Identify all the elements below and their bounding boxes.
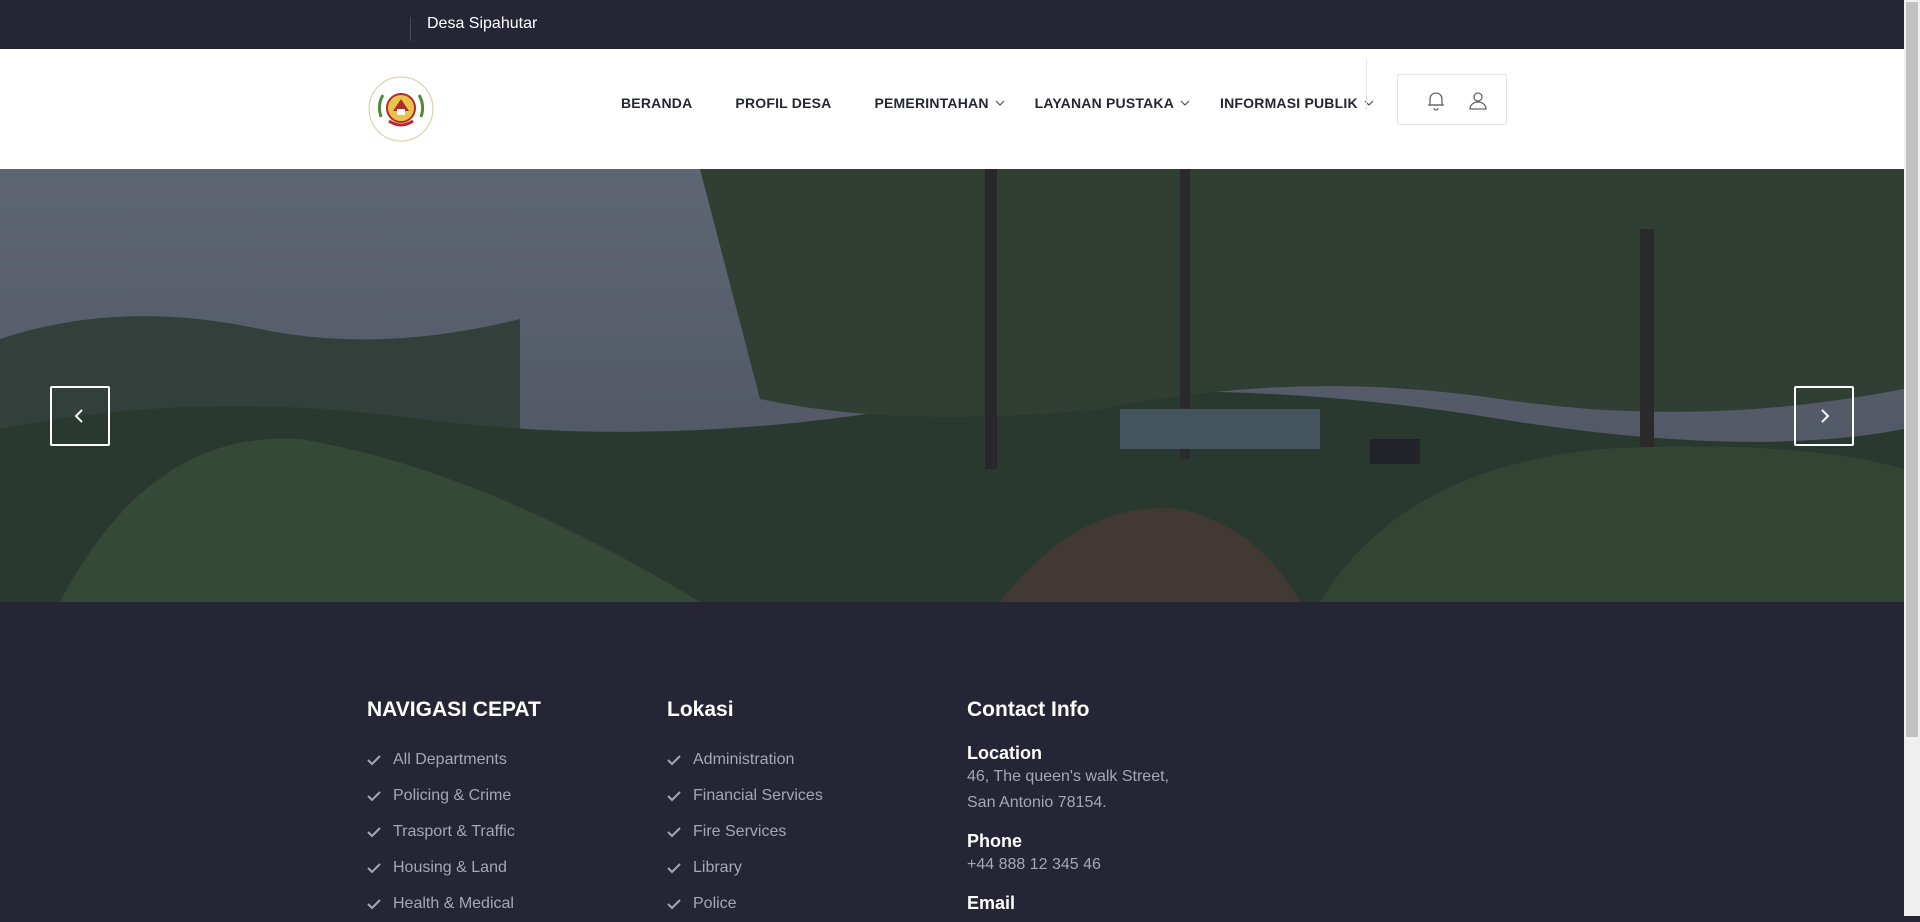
logo-emblem-icon [368, 76, 434, 142]
location-link-label: Police [693, 895, 737, 912]
location-column: Lokasi Administration Financial Services… [667, 698, 823, 922]
location-link-label: Financial Services [693, 787, 823, 804]
quick-nav-link[interactable]: Housing & Land [367, 850, 541, 886]
nav-pemerintahan-label: PEMERINTAHAN [874, 95, 989, 111]
check-icon [667, 899, 681, 910]
location-link[interactable]: Police [667, 886, 823, 922]
quick-nav-link-label: Health & Medical [393, 895, 514, 912]
location-title: Lokasi [667, 698, 734, 721]
check-icon [667, 863, 681, 874]
quick-nav-link[interactable]: Trasport & Traffic [367, 814, 541, 850]
location-list: Administration Financial Services Fire S… [667, 742, 823, 922]
site-footer: NAVIGASI CEPAT All Departments Policing … [0, 602, 1904, 916]
chevron-right-icon [1821, 409, 1830, 423]
chevron-left-icon [74, 409, 83, 423]
check-icon [367, 827, 381, 838]
location-link[interactable]: Financial Services [667, 778, 823, 814]
location-link-label: Library [693, 859, 742, 876]
contact-email-label: Email [967, 893, 1016, 913]
village-name: Desa Sipahutar [427, 15, 538, 32]
check-icon [667, 791, 681, 802]
contact-address-line2: San Antonio 78154. [967, 794, 1107, 811]
bell-icon[interactable] [1424, 88, 1448, 112]
contact-address-line1: 46, The queen's walk Street, [967, 768, 1169, 785]
user-icon[interactable] [1466, 88, 1490, 112]
chevron-down-icon [1180, 100, 1190, 106]
scrollbar-thumb[interactable] [1906, 2, 1918, 737]
header-actions [1397, 74, 1507, 125]
nav-layanan-pustaka[interactable]: LAYANAN PUSTAKA [1035, 95, 1190, 111]
quick-nav-link-label: Housing & Land [393, 859, 507, 876]
check-icon [667, 755, 681, 766]
nav-beranda-label: BERANDA [621, 95, 693, 111]
nav-layanan-pustaka-label: LAYANAN PUSTAKA [1034, 95, 1175, 111]
main-nav: BERANDA PROFIL DESA PEMERINTAHAN LAYANAN… [621, 91, 1374, 115]
nav-informasi-publik[interactable]: INFORMASI PUBLIK [1220, 95, 1374, 111]
contact-phone-label: Phone [967, 831, 1023, 851]
location-link-label: Fire Services [693, 823, 787, 840]
chevron-down-icon [995, 100, 1005, 106]
quick-nav-column: NAVIGASI CEPAT All Departments Policing … [367, 698, 541, 922]
contact-phone-value[interactable]: +44 888 12 345 46 [967, 852, 1169, 878]
quick-nav-list: All Departments Policing & Crime Traspor… [367, 742, 541, 922]
quick-nav-link[interactable]: Policing & Crime [367, 778, 541, 814]
top-bar-divider [410, 17, 411, 41]
location-link[interactable]: Fire Services [667, 814, 823, 850]
header-divider [1366, 59, 1367, 110]
check-icon [367, 899, 381, 910]
quick-nav-link[interactable]: Health & Medical [367, 886, 541, 922]
location-link[interactable]: Administration [667, 742, 823, 778]
location-link[interactable]: Library [667, 850, 823, 886]
nav-beranda[interactable]: BERANDA [621, 95, 692, 111]
quick-nav-link-label: Trasport & Traffic [393, 823, 515, 840]
site-logo[interactable] [367, 75, 435, 143]
hero-slider [0, 169, 1904, 602]
slider-prev-button[interactable] [50, 386, 110, 446]
nav-informasi-publik-label: INFORMASI PUBLIK [1220, 95, 1358, 111]
contact-location-label: Location [967, 743, 1042, 763]
check-icon [367, 791, 381, 802]
check-icon [367, 863, 381, 874]
check-icon [667, 827, 681, 838]
contact-title: Contact Info [967, 698, 1090, 721]
quick-nav-link-label: All Departments [393, 751, 507, 768]
contact-column: Contact Info Location 46, The queen's wa… [967, 698, 1169, 914]
nav-pemerintahan[interactable]: PEMERINTAHAN [874, 95, 1005, 111]
quick-nav-link[interactable]: All Departments [367, 742, 541, 778]
location-link-label: Administration [693, 751, 795, 768]
nav-profil-desa-label: PROFIL DESA [735, 95, 832, 111]
check-icon [367, 755, 381, 766]
hero-overlay [0, 169, 1904, 602]
page-scrollbar[interactable] [1904, 0, 1920, 916]
nav-profil-desa[interactable]: PROFIL DESA [735, 95, 831, 111]
site-header: BERANDA PROFIL DESA PEMERINTAHAN LAYANAN… [0, 49, 1904, 169]
slider-next-button[interactable] [1794, 386, 1854, 446]
quick-nav-title: NAVIGASI CEPAT [367, 698, 541, 721]
quick-nav-link-label: Policing & Crime [393, 787, 512, 804]
top-bar: Desa Sipahutar [0, 0, 1904, 49]
